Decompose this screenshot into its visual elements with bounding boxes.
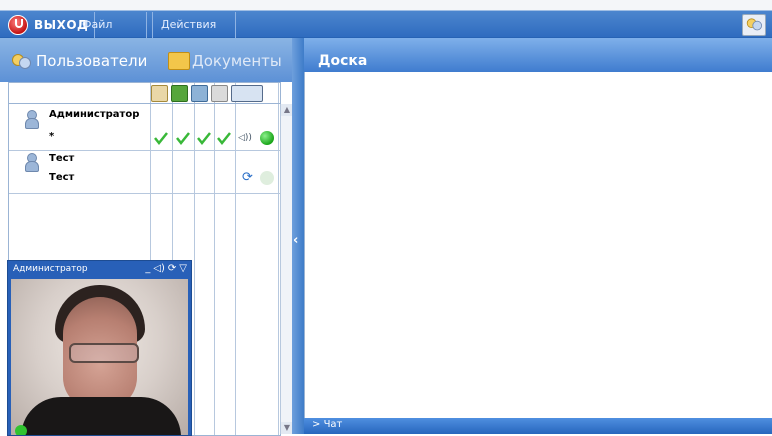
user-name: Тест	[49, 153, 75, 164]
webcam-video	[11, 279, 188, 435]
menu-file[interactable]: Файл	[74, 12, 147, 38]
sync-icon[interactable]: ⟳	[168, 263, 176, 274]
users-icon	[745, 17, 763, 31]
pencil-icon[interactable]	[171, 85, 188, 102]
video-title: Администратор	[13, 264, 88, 274]
user-subname: *	[49, 131, 55, 142]
video-subject-shirt	[21, 397, 181, 435]
user-row[interactable]: Тест Тест ⟳	[9, 151, 280, 194]
user-row[interactable]: Администратор * ◁))	[9, 104, 280, 151]
check-icon	[197, 131, 211, 146]
check-icon	[217, 131, 231, 146]
users-permission-icon[interactable]	[151, 85, 168, 102]
check-icon	[176, 131, 190, 146]
chat-label: Чат	[323, 419, 343, 430]
check-icon	[154, 131, 168, 146]
user-name: Администратор	[49, 109, 140, 120]
tab-documents-label: Документы	[192, 52, 282, 70]
tab-users[interactable]: Пользователи	[10, 52, 147, 70]
user-icon	[25, 110, 39, 129]
sync-icon[interactable]: ⟳	[242, 171, 256, 185]
screen-icon[interactable]	[191, 85, 208, 102]
board-title: Доска	[318, 53, 368, 69]
whiteboard-canvas[interactable]	[304, 72, 772, 418]
video-subject-glasses	[69, 343, 139, 363]
volume-icon[interactable]: ◁))	[238, 133, 252, 143]
video-controls: _ ◁) ⟳ ▽	[145, 263, 187, 274]
user-icon	[25, 153, 39, 172]
chat-bar[interactable]	[304, 418, 772, 434]
users-icon	[10, 52, 32, 70]
video-window[interactable]: Администратор _ ◁) ⟳ ▽	[7, 260, 192, 436]
grid-header-row	[9, 83, 280, 104]
tab-documents[interactable]: Документы	[168, 52, 282, 70]
add-moderator-icon[interactable]	[231, 85, 263, 102]
online-status-icon	[260, 131, 274, 145]
chat-toggle[interactable]: > Чат	[312, 419, 342, 430]
user-subname: Тест	[49, 172, 75, 183]
offline-status-icon	[260, 171, 274, 185]
users-toggle-button[interactable]	[742, 14, 766, 36]
hand-icon[interactable]	[211, 85, 228, 102]
power-icon	[8, 15, 28, 35]
board-header	[304, 38, 772, 72]
tab-users-label: Пользователи	[36, 52, 148, 70]
chevron-right-icon: >	[312, 419, 321, 430]
volume-icon[interactable]: ◁)	[153, 263, 165, 274]
menu-actions[interactable]: Действия	[152, 12, 236, 38]
collapse-left-icon[interactable]: ‹	[293, 233, 298, 248]
minimize-icon[interactable]: _	[145, 263, 150, 274]
chevron-down-icon[interactable]: ▽	[179, 263, 187, 274]
folder-icon	[168, 52, 190, 70]
